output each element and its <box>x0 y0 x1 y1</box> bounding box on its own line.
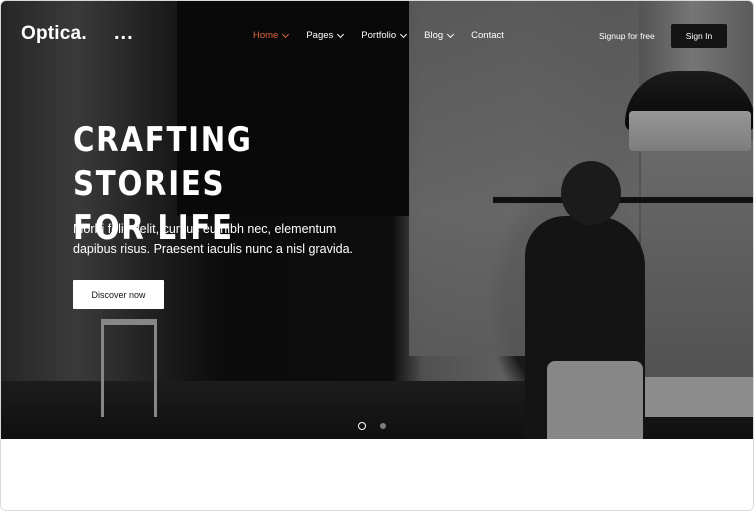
chevron-down-icon <box>447 30 455 38</box>
content-below-hero <box>1 439 753 510</box>
hero-headline-line: CRAFTING STORIES <box>73 120 253 204</box>
nav-item-portfolio[interactable]: Portfolio <box>361 30 408 41</box>
nav-item-label: Pages <box>306 30 334 41</box>
more-menu-button[interactable]: ... <box>114 22 134 45</box>
nav-item-label: Contact <box>471 30 504 41</box>
nav-item-label: Home <box>253 30 279 41</box>
hero-section: Optica. ... Home Pages Portfolio Blog Co… <box>1 1 753 439</box>
browser-frame: Optica. ... Home Pages Portfolio Blog Co… <box>0 0 754 511</box>
signup-link[interactable]: Signup for free <box>599 31 655 41</box>
signin-button[interactable]: Sign In <box>671 24 727 48</box>
chevron-down-icon <box>337 30 345 38</box>
top-navigation: Optica. ... Home Pages Portfolio Blog Co… <box>1 1 753 71</box>
site-logo[interactable]: Optica. <box>21 23 87 45</box>
hero-subtext: Morbi felis velit, cursus eu nibh nec, e… <box>73 222 354 256</box>
nav-item-home[interactable]: Home <box>253 30 290 41</box>
slide-dot-2[interactable] <box>380 423 386 429</box>
nav-item-pages[interactable]: Pages <box>306 30 345 41</box>
nav-item-contact[interactable]: Contact <box>471 30 504 41</box>
discover-now-button[interactable]: Discover now <box>73 280 164 309</box>
slider-pagination <box>358 422 386 430</box>
nav-item-label: Portfolio <box>361 30 397 41</box>
chevron-down-icon <box>400 30 408 38</box>
chevron-down-icon <box>282 30 290 38</box>
nav-item-blog[interactable]: Blog <box>424 30 455 41</box>
nav-item-label: Blog <box>424 30 444 41</box>
slide-dot-1[interactable] <box>358 422 366 430</box>
main-menu: Home Pages Portfolio Blog Contact <box>253 30 522 41</box>
